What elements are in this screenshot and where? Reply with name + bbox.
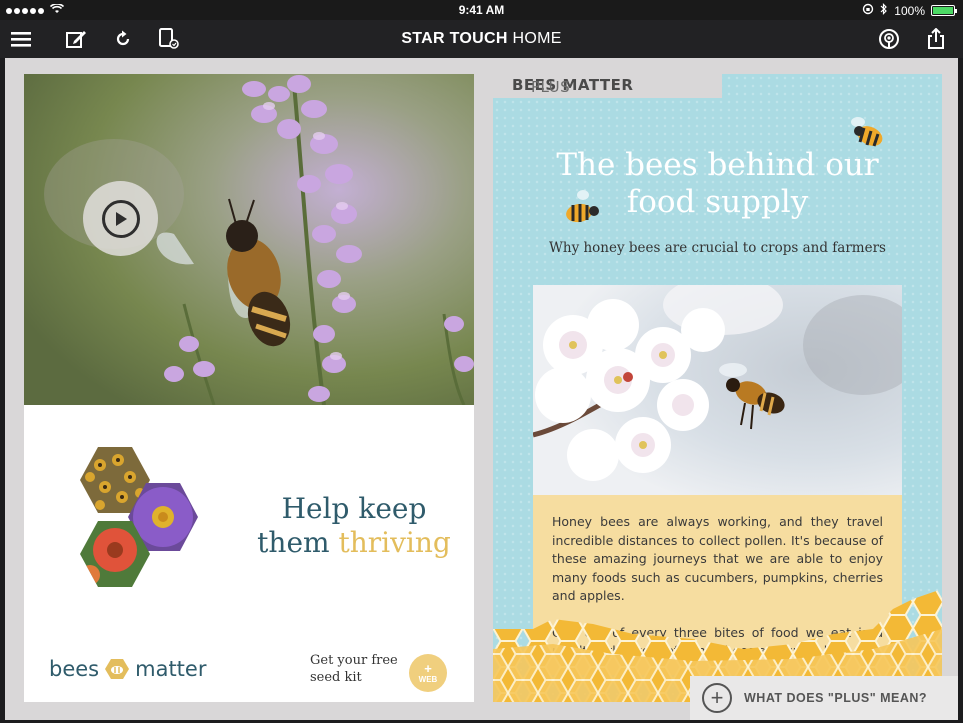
play-button[interactable]: [83, 181, 158, 256]
article-title: The bees behind our food supply: [556, 147, 879, 220]
plus-circle-icon: +: [702, 683, 732, 713]
plus-section-tab: PLUS BEES MATTER: [493, 74, 722, 98]
podcast-icon[interactable]: [878, 28, 900, 50]
nav-bar: STAR TOUCH HOME: [0, 20, 963, 58]
bees-matter-logo: bees matter: [49, 657, 207, 681]
cartoon-bee-icon: [851, 117, 883, 147]
article-subtitle: Why honey bees are crucial to crops and …: [549, 240, 886, 256]
video-promo-card: Help keep them thriving bees matter Get …: [24, 74, 474, 702]
battery-icon: [931, 5, 957, 16]
bee-hex-logo-icon: [105, 659, 130, 679]
seed-kit-text: Get your free seed kit: [310, 653, 398, 685]
status-right: 100%: [862, 3, 957, 18]
orientation-lock-icon: [862, 3, 874, 18]
cherry-blossom-bee-photo: [533, 285, 902, 496]
flower-hexagons: [80, 447, 198, 587]
status-time: 9:41 AM: [458, 3, 505, 17]
play-icon: [101, 199, 140, 238]
help-keep-thriving-heading: Help keep them thriving: [257, 492, 451, 559]
web-button[interactable]: + WEB: [409, 654, 447, 692]
what-does-plus-mean-button[interactable]: + WHAT DOES "PLUS" MEAN?: [690, 676, 958, 720]
page-title: STAR TOUCH HOME: [401, 30, 562, 47]
video-thumbnail[interactable]: [24, 74, 474, 405]
battery-percent: 100%: [894, 3, 925, 18]
bees-article-card: PLUS BEES MATTER The bees behind our foo…: [493, 74, 942, 702]
share-icon[interactable]: [925, 28, 947, 50]
status-bar: 9:41 AM 100%: [0, 0, 963, 20]
content-area: Help keep them thriving bees matter Get …: [5, 58, 958, 720]
bluetooth-icon: [880, 3, 888, 18]
